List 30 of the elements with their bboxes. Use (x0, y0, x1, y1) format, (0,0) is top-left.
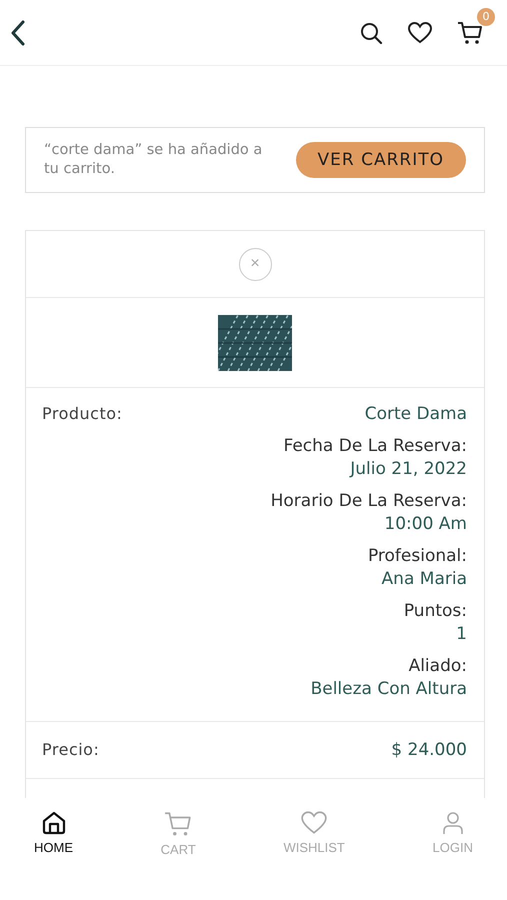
view-cart-button[interactable]: VER CARRITO (296, 142, 466, 178)
notice-message: “corte dama” se ha añadido a tu carrito. (44, 141, 264, 179)
detail-value: Julio 21, 2022 (350, 459, 467, 479)
user-icon (440, 810, 465, 836)
detail-label: Producto: (42, 404, 122, 423)
detail-value: 10:00 Am (384, 514, 467, 534)
home-icon (40, 810, 66, 836)
detail-value: Corte Dama (364, 404, 467, 424)
detail-label: Puntos: (404, 601, 467, 621)
search-icon[interactable] (359, 20, 383, 44)
detail-value: Ana Maria (382, 569, 467, 589)
cart-icon (164, 810, 192, 838)
remove-button[interactable]: × (238, 248, 272, 280)
detail-label: Horario De La Reserva: (270, 491, 467, 511)
detail-label: Profesional: (368, 546, 467, 566)
detail-value: 1 (456, 624, 467, 644)
back-icon[interactable] (10, 20, 26, 46)
price-label: Precio: (42, 740, 100, 759)
cart-icon[interactable] (457, 20, 483, 46)
tab-bar-item[interactable]: LOGIN (428, 798, 477, 878)
heart-icon[interactable] (407, 20, 433, 44)
detail-label: Fecha De La Reserva: (283, 436, 467, 456)
heart-icon (300, 810, 328, 836)
detail-value: Belleza Con Altura (310, 679, 467, 699)
tab-bar-item[interactable]: CART (156, 798, 200, 878)
tab-bar-item[interactable]: HOME (30, 798, 77, 878)
price-value: $ 24.000 (391, 740, 467, 760)
tab-bar-item[interactable]: WISHLIST (279, 798, 349, 878)
cart-count-badge: 0 (477, 8, 495, 26)
detail-label: Aliado: (408, 656, 467, 676)
